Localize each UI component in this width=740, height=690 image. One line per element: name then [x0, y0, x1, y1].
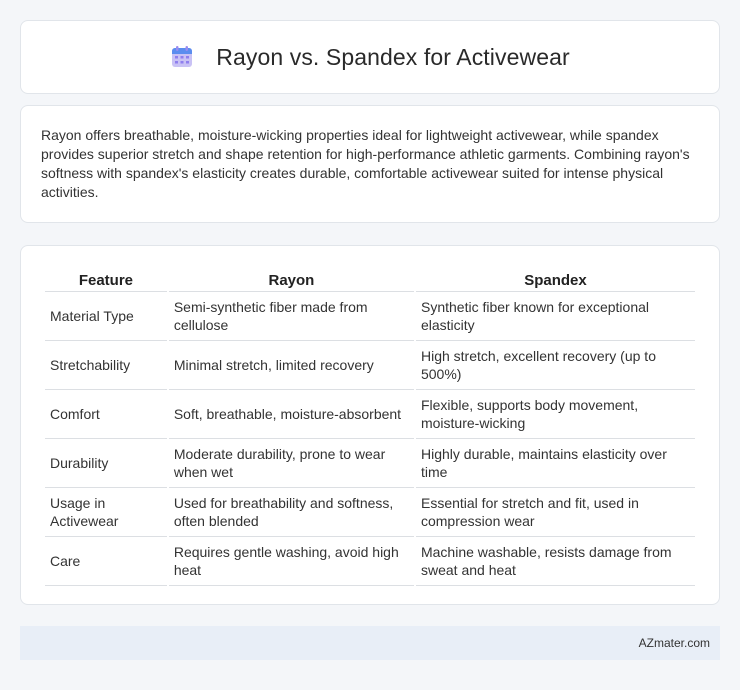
rayon-cell: Minimal stretch, limited recovery	[168, 341, 414, 390]
page-title: Rayon vs. Spandex for Activewear	[216, 43, 570, 70]
rayon-cell: Soft, breathable, moisture-absorbent	[168, 390, 414, 439]
rayon-cell: Used for breathability and softness, oft…	[168, 488, 414, 537]
feature-cell: Usage in Activewear	[45, 488, 167, 537]
spandex-cell: High stretch, excellent recovery (up to …	[415, 341, 695, 390]
rayon-cell: Requires gentle washing, avoid high heat	[168, 537, 414, 586]
spandex-cell: Essential for stretch and fit, used in c…	[415, 488, 695, 537]
header: Rayon vs. Spandex for Activewear	[170, 44, 570, 71]
comparison-table: Feature Rayon Spandex Material Type Semi…	[43, 266, 697, 586]
feature-cell: Durability	[45, 439, 167, 488]
comparison-card: Feature Rayon Spandex Material Type Semi…	[20, 245, 720, 605]
footer-bar: AZmater.com	[20, 626, 720, 660]
table-header-row: Feature Rayon Spandex	[45, 266, 695, 292]
header-spandex: Spandex	[415, 266, 695, 292]
spandex-cell: Flexible, supports body movement, moistu…	[415, 390, 695, 439]
table-row: Durability Moderate durability, prone to…	[45, 439, 695, 488]
table-row: Usage in Activewear Used for breathabili…	[45, 488, 695, 537]
summary-text: Rayon offers breathable, moisture-wickin…	[41, 127, 690, 200]
footer-brand[interactable]: AZmater.com	[639, 636, 710, 650]
header-rayon: Rayon	[168, 266, 414, 292]
table-row: Material Type Semi-synthetic fiber made …	[45, 292, 695, 341]
spandex-cell: Highly durable, maintains elasticity ove…	[415, 439, 695, 488]
feature-cell: Stretchability	[45, 341, 167, 390]
header-card: Rayon vs. Spandex for Activewear	[20, 20, 720, 94]
feature-cell: Material Type	[45, 292, 167, 341]
feature-cell: Care	[45, 537, 167, 586]
rayon-cell: Semi-synthetic fiber made from cellulose	[168, 292, 414, 341]
table-row: Comfort Soft, breathable, moisture-absor…	[45, 390, 695, 439]
table-row: Stretchability Minimal stretch, limited …	[45, 341, 695, 390]
feature-cell: Comfort	[45, 390, 167, 439]
summary-card: Rayon offers breathable, moisture-wickin…	[20, 105, 720, 223]
spandex-cell: Synthetic fiber known for exceptional el…	[415, 292, 695, 341]
rayon-cell: Moderate durability, prone to wear when …	[168, 439, 414, 488]
header-feature: Feature	[45, 266, 167, 292]
table-row: Care Requires gentle washing, avoid high…	[45, 537, 695, 586]
calendar-icon	[172, 46, 193, 67]
spandex-cell: Machine washable, resists damage from sw…	[415, 537, 695, 586]
